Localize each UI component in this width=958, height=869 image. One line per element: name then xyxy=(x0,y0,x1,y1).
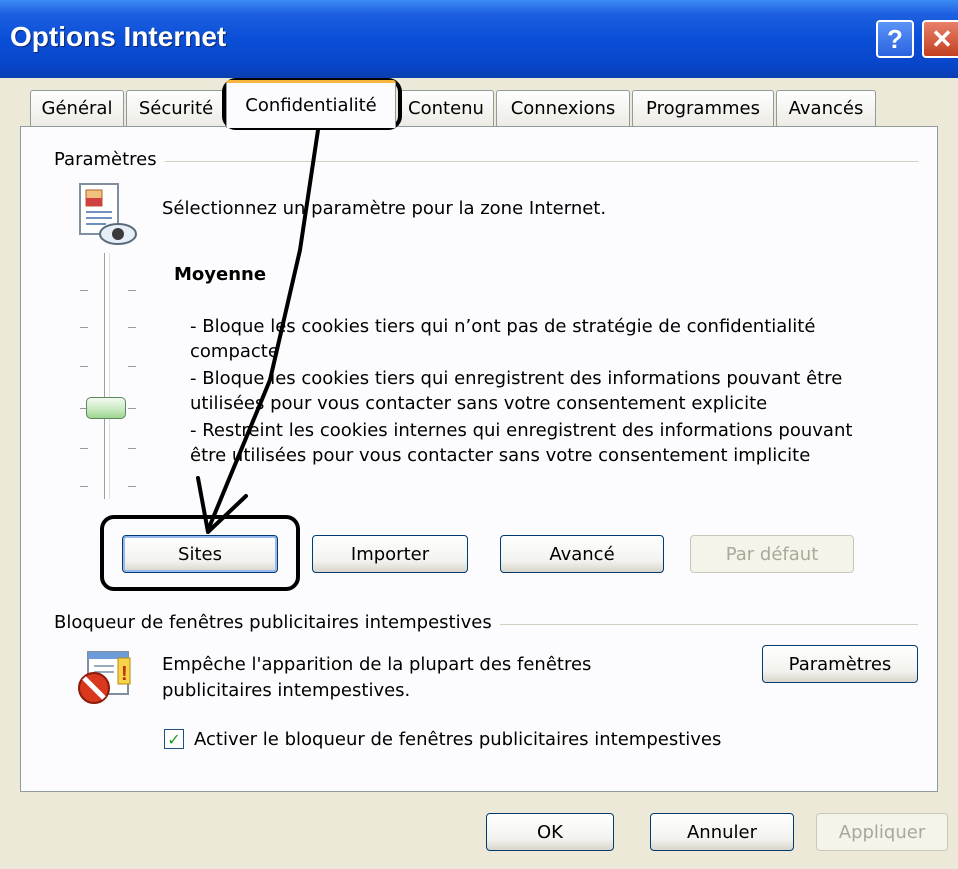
tab-privacy[interactable]: Confidentialité xyxy=(226,80,396,128)
annotation-arrow xyxy=(196,128,320,534)
internet-options-dialog: Options Internet ? ✕ Général Sécurité Co… xyxy=(0,0,958,869)
